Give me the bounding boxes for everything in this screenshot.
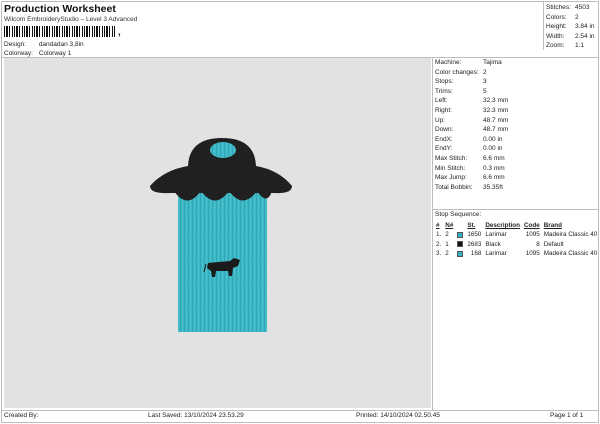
- info-down: Down: 48.7 mm: [435, 126, 509, 134]
- ufo-window: [210, 142, 236, 158]
- info-up: Up: 48.7 mm: [435, 116, 509, 124]
- info-min-stitch: Min Stitch: 0.3 mm: [435, 164, 505, 172]
- table-row: 3. 2 168 Larimar 1095 Madeira Classic 40: [436, 250, 598, 258]
- stop-sequence-table: # N# St. Description Code Brand 1. 2 165…: [434, 221, 599, 259]
- footer-created-by: Created By:: [4, 412, 39, 419]
- software-subtitle: Wilcom EmbroideryStudio – Level 3 Advanc…: [4, 16, 138, 23]
- embroidery-design: [150, 138, 292, 332]
- info-total-bobbin: Total Bobbin: 35.35ft: [435, 183, 503, 191]
- footer-page: Page 1 of 1: [550, 412, 584, 419]
- info-right: Right: 32.3 mm: [435, 106, 509, 114]
- info-stops: Stops: 3: [435, 78, 487, 86]
- barcode: [4, 26, 116, 37]
- table-row: 2. 1 2683 Black 8 Default: [436, 240, 564, 248]
- table-row: 1. 2 1650 Larimar 1095 Madeira Classic 4…: [436, 231, 598, 239]
- design-label: Design:: [4, 41, 27, 48]
- design-row: Design: dandadan 3,8in: [4, 41, 84, 48]
- colorway-row: Colorway: Colorway 1: [4, 50, 71, 57]
- ufo-brim: [150, 166, 292, 194]
- info-max-stitch: Max Stitch: 6.6 mm: [435, 154, 505, 162]
- info-endy: EndY: 0.00 in: [435, 145, 503, 153]
- barcode-mark: ,: [118, 27, 121, 38]
- color-swatch: [457, 241, 464, 248]
- stop-divider: [433, 209, 599, 210]
- table-header-row: # N# St. Description Code Brand: [436, 222, 562, 229]
- info-trims: Trims: 5: [435, 87, 487, 95]
- info-color-changes: Color changes: 2: [435, 68, 487, 76]
- stat-colors: Colors: 2: [546, 13, 579, 21]
- info-endx: EndX: 0.00 in: [435, 135, 503, 143]
- color-swatch: [457, 231, 464, 238]
- stat-zoom: Zoom: 1:1: [546, 42, 585, 49]
- footer-divider: [1, 410, 599, 411]
- design-preview-canvas: [4, 58, 431, 408]
- machine-info-panel: Machine: Tajima Color changes: 2 Stops: 3 T…: [435, 58, 508, 192]
- colorway-label: Colorway:: [4, 50, 33, 57]
- stat-stitches: Stitches: 4503: [546, 4, 590, 11]
- info-left: Left: 32.3 mm: [435, 97, 509, 105]
- stats-box: Stitches: 4503 Colors: 2 Height: 3.84 in Wi…: [546, 3, 595, 51]
- page-title: Production Worksheet: [4, 3, 116, 15]
- stats-divider: [543, 1, 544, 50]
- footer-printed: Printed: 14/10/2024 02.50.45: [356, 412, 440, 419]
- colorway-value: Colorway 1: [38, 50, 72, 57]
- canvas-divider: [432, 57, 433, 410]
- info-machine: Machine: Tajima: [435, 59, 502, 66]
- design-value: dandadan 3,8in: [38, 41, 84, 48]
- info-max-jump: Max Jump: 6.6 mm: [435, 174, 505, 182]
- color-swatch: [457, 250, 464, 257]
- stat-width: Width: 2.54 in: [546, 32, 595, 40]
- stop-sequence-title: Stop Sequence:: [435, 211, 482, 218]
- footer-last-saved: Last Saved: 13/10/2024 23.53.29: [148, 412, 244, 419]
- stat-height: Height: 3.84 in: [546, 23, 595, 30]
